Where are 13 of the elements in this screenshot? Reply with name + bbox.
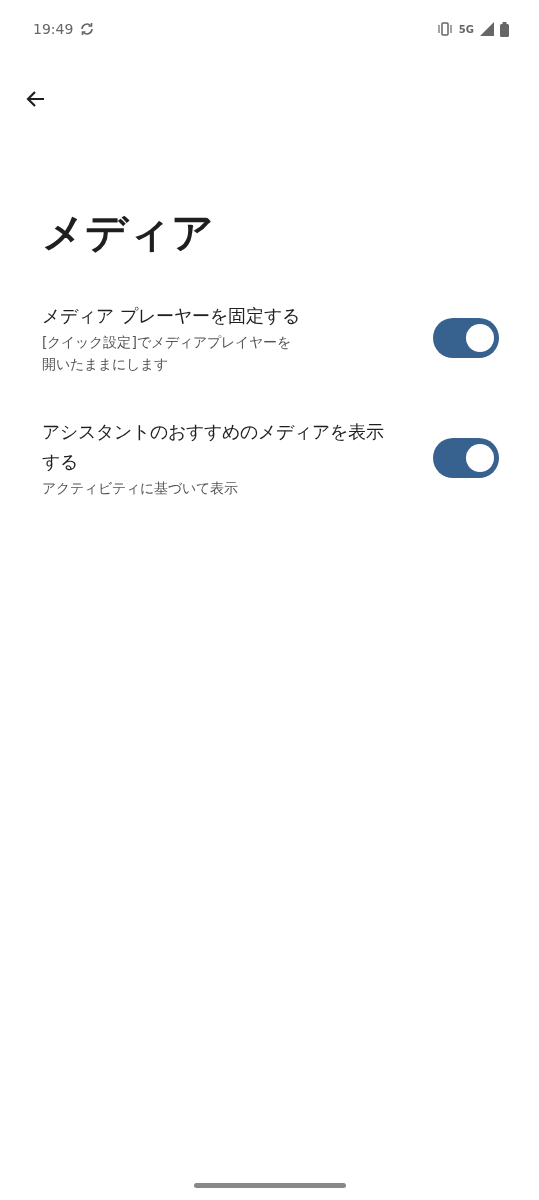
signal-icon [480,22,494,36]
network-type: 5G [458,23,474,35]
toggle-switch[interactable] [433,318,499,358]
setting-summary: [クイック設定]でメディアプレイヤーを開いたままにします [42,333,292,374]
setting-title: アシスタントのおすすめのメディアを表示する [42,420,385,474]
sync-icon [79,21,96,37]
page-title: メディア [42,207,215,259]
toggle-switch[interactable] [433,438,499,478]
battery-icon [500,21,509,37]
setting-title: メディア プレーヤーを固定する [42,304,301,328]
vibrate-icon [436,21,453,37]
setting-summary: アクティビティに基づいて表示 [42,479,239,498]
status-time: 19:49 [33,21,74,37]
